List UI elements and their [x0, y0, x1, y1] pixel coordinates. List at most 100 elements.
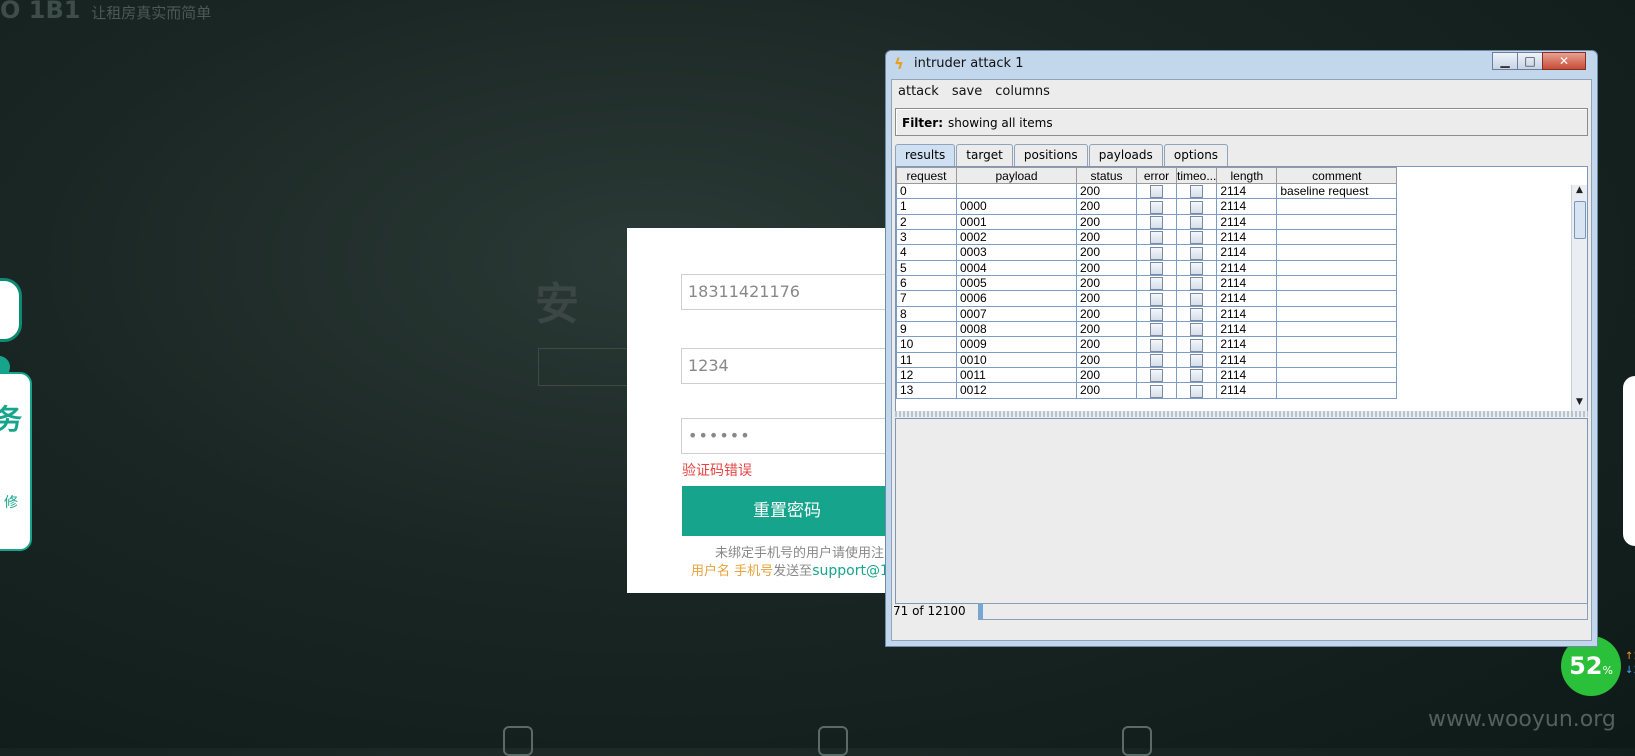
home-icon[interactable] — [818, 726, 848, 756]
checkbox-icon[interactable] — [1190, 215, 1204, 229]
scroll-up-icon[interactable]: ▲ — [1572, 185, 1587, 199]
table-row[interactable]: 12 0011 200 2114 — [896, 366, 1398, 384]
checkbox-icon[interactable] — [1190, 246, 1204, 260]
checkbox-icon[interactable] — [1190, 384, 1204, 398]
cell-timeout — [1175, 182, 1218, 200]
maximize-button[interactable]: □ — [1517, 52, 1543, 70]
checkbox-icon[interactable] — [1150, 231, 1163, 244]
side-panel-sub: 修 — [4, 495, 18, 511]
checkbox-icon[interactable] — [1190, 277, 1204, 290]
col-request[interactable]: request — [896, 167, 957, 184]
title-bar[interactable]: ϟ intruder attack 1 ▁ □ ✕ — [886, 51, 1597, 77]
cell-length: 2114 — [1216, 182, 1278, 200]
cell-request: 3 — [896, 228, 957, 246]
cell-request: 13 — [896, 382, 957, 399]
col-status[interactable]: status — [1076, 167, 1137, 184]
table-row[interactable]: 5 0004 200 2114 — [896, 259, 1398, 276]
vertical-scrollbar[interactable]: ▲ ▼ — [1571, 185, 1587, 411]
checkbox-icon[interactable] — [1150, 200, 1163, 214]
tab-bar: results target positions payloads option… — [895, 144, 1229, 166]
split-divider[interactable] — [895, 411, 1588, 417]
side-right-panel[interactable] — [1623, 376, 1635, 546]
table-row[interactable]: 0 200 2114 baseline request — [896, 182, 1398, 200]
tab-results[interactable]: results — [895, 144, 956, 166]
cell-status: 200 — [1076, 336, 1137, 353]
cell-status: 200 — [1076, 244, 1137, 261]
checkbox-icon[interactable] — [1190, 185, 1204, 198]
checkbox-icon[interactable] — [1150, 307, 1163, 321]
heart-icon[interactable] — [1122, 726, 1152, 756]
tab-positions[interactable]: positions — [1013, 144, 1088, 166]
checkbox-icon[interactable] — [1150, 277, 1163, 290]
results-table: request payload status error timeo... le… — [896, 167, 1398, 399]
checkbox-icon[interactable] — [1150, 292, 1163, 306]
cell-request: 1 — [896, 198, 957, 215]
cell-request: 4 — [896, 244, 957, 261]
filter-bar[interactable]: Filter: showing all items — [895, 108, 1588, 136]
table-row[interactable]: 4 0003 200 2114 — [896, 244, 1398, 261]
cell-error — [1136, 244, 1177, 261]
checkbox-icon[interactable] — [1190, 231, 1204, 244]
col-payload[interactable]: payload — [956, 167, 1077, 184]
col-error[interactable]: error — [1136, 167, 1177, 184]
password-input[interactable]: •••••• — [681, 418, 887, 454]
checkbox-icon[interactable] — [1190, 292, 1204, 306]
cell-length: 2114 — [1216, 228, 1278, 246]
checkbox-icon[interactable] — [1150, 215, 1163, 229]
col-timeout[interactable]: timeo... — [1175, 167, 1218, 184]
checkbox-icon[interactable] — [1190, 261, 1204, 275]
scroll-down-icon[interactable]: ▼ — [1572, 397, 1587, 411]
checkbox-icon[interactable] — [1150, 185, 1163, 198]
table-row[interactable]: 9 0008 200 2114 — [896, 320, 1398, 338]
checkbox-icon[interactable] — [1190, 307, 1204, 321]
checkbox-icon[interactable] — [1150, 246, 1163, 260]
cell-comment — [1276, 290, 1398, 307]
cell-comment — [1276, 228, 1398, 246]
table-row[interactable]: 8 0007 200 2114 — [896, 305, 1398, 322]
menu-attack[interactable]: attack — [892, 80, 946, 99]
minimize-button[interactable]: ▁ — [1492, 52, 1518, 70]
checkbox-icon[interactable] — [1190, 338, 1204, 352]
upload-speed: ↑1 — [1625, 651, 1635, 662]
checkbox-icon[interactable] — [1190, 200, 1204, 214]
side-service-panel[interactable]: 务 修 — [0, 372, 32, 551]
checkbox-icon[interactable] — [1190, 369, 1204, 382]
menu-columns[interactable]: columns — [989, 80, 1057, 99]
menu-save[interactable]: save — [946, 80, 989, 99]
checkbox-icon[interactable] — [1150, 338, 1163, 352]
reset-password-button[interactable]: 重置密码 — [682, 486, 887, 536]
cell-payload: 0003 — [956, 244, 1077, 261]
checkbox-icon[interactable] — [1190, 323, 1204, 336]
checkbox-icon[interactable] — [1150, 369, 1163, 382]
table-row[interactable]: 11 0010 200 2114 — [896, 351, 1398, 368]
hand-icon[interactable] — [503, 726, 533, 756]
checkbox-icon[interactable] — [1150, 323, 1163, 336]
checkbox-icon[interactable] — [1150, 261, 1163, 275]
cell-request: 7 — [896, 290, 957, 307]
table-row[interactable]: 10 0009 200 2114 — [896, 336, 1398, 353]
tab-target[interactable]: target — [956, 144, 1013, 166]
phone-input[interactable]: 18311421176 — [681, 274, 887, 310]
table-row[interactable]: 13 0012 200 2114 — [896, 382, 1398, 399]
logo-tagline: 让租房真实而简单 — [91, 4, 212, 22]
tab-payloads[interactable]: payloads — [1088, 144, 1163, 166]
table-row[interactable]: 6 0005 200 2114 — [896, 274, 1398, 292]
col-comment[interactable]: comment — [1276, 167, 1398, 184]
table-row[interactable]: 3 0002 200 2114 — [896, 228, 1398, 246]
scroll-thumb[interactable] — [1574, 201, 1586, 239]
detail-pane — [895, 418, 1588, 604]
tab-options[interactable]: options — [1163, 144, 1229, 166]
verification-code-input[interactable]: 1234 — [681, 348, 887, 384]
checkbox-icon[interactable] — [1150, 353, 1163, 367]
table-row[interactable]: 2 0001 200 2114 — [896, 213, 1398, 230]
checkbox-icon[interactable] — [1190, 353, 1204, 367]
support-email-link[interactable]: support@1 — [812, 563, 887, 579]
checkbox-icon[interactable] — [1150, 384, 1163, 398]
cell-length: 2114 — [1216, 213, 1278, 230]
table-row[interactable]: 7 0006 200 2114 — [896, 290, 1398, 307]
col-length[interactable]: length — [1216, 167, 1278, 184]
cell-error — [1136, 290, 1177, 307]
background-input[interactable] — [538, 348, 628, 386]
close-button[interactable]: ✕ — [1542, 52, 1586, 70]
table-row[interactable]: 1 0000 200 2114 — [896, 198, 1398, 215]
